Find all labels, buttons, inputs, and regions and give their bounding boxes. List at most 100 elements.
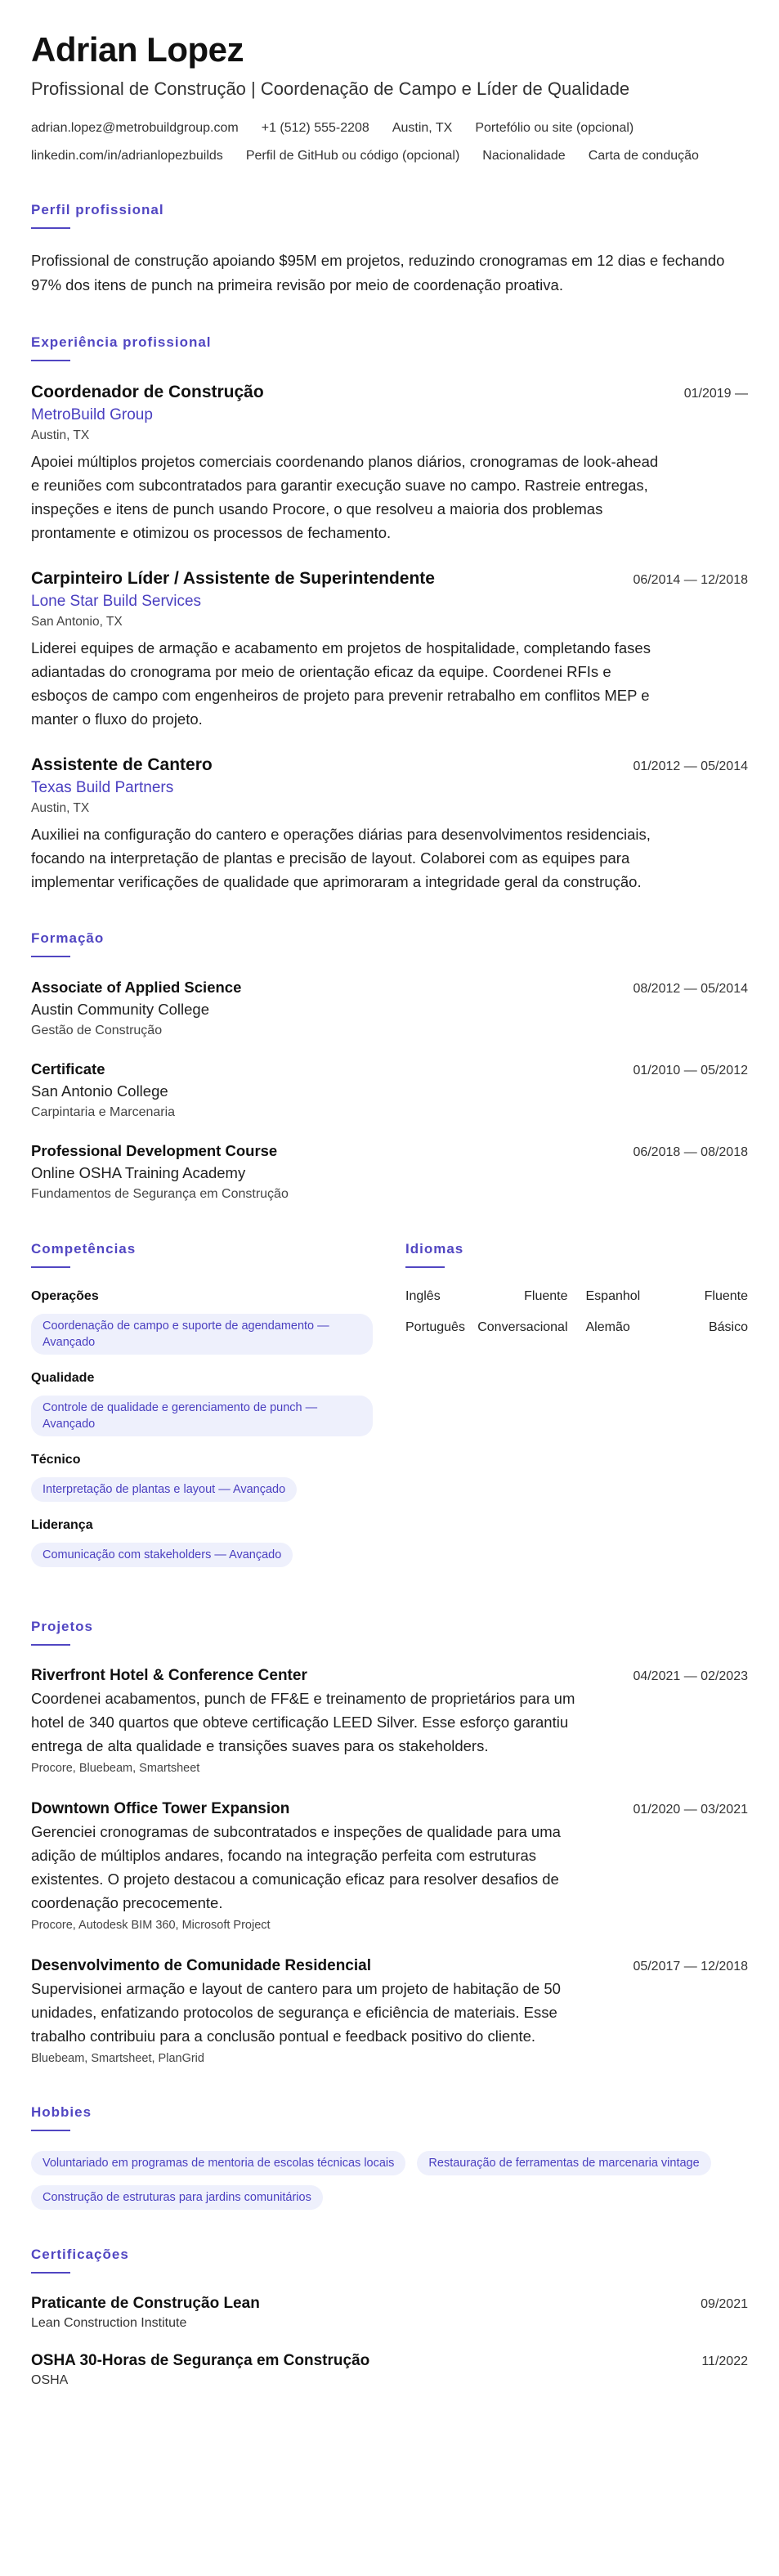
section-title: Experiência profissional [31, 334, 212, 350]
certification-name: OSHA 30-Horas de Segurança em Construção [31, 2352, 370, 2369]
education-dates: 06/2018 — 08/2018 [633, 1145, 748, 1159]
company-name: MetroBuild Group [31, 406, 153, 423]
job-title: Carpinteiro Líder / Assistente de Superi… [31, 569, 435, 588]
project-name: Desenvolvimento de Comunidade Residencia… [31, 1957, 371, 1974]
section-divider [31, 1266, 70, 1268]
language-item: Inglês Fluente [405, 1288, 568, 1306]
skill-category: Liderança [31, 1518, 93, 1532]
education-section: Formação Associate of Applied Science 08… [31, 930, 748, 1204]
section-divider [31, 227, 70, 229]
skill-category: Operações [31, 1289, 99, 1303]
job-location: Austin, TX [31, 801, 90, 815]
language-item: Alemão Básico [586, 1319, 749, 1337]
skill-chip: Controle de qualidade e gerenciamento de… [31, 1396, 373, 1436]
section-title: Formação [31, 930, 105, 946]
education-dates: 01/2010 — 05/2012 [633, 1064, 748, 1077]
section-divider [405, 1266, 445, 1268]
skills-section: Competências Operações Coordenação de ca… [31, 1240, 373, 1582]
hobby-chip: Restauração de ferramentas de marcenaria… [417, 2151, 711, 2175]
section-title: Hobbies [31, 2104, 92, 2120]
section-title: Idiomas [405, 1241, 464, 1257]
contact-location: Austin, TX [392, 121, 453, 135]
institution-name: San Antonio College [31, 1082, 168, 1100]
section-divider [31, 1644, 70, 1646]
field-of-study: Fundamentos de Segurança em Construção [31, 1187, 289, 1201]
project-tools: Procore, Bluebeam, Smartsheet [31, 1762, 200, 1775]
field-of-study: Carpintaria e Marcenaria [31, 1105, 176, 1119]
languages-section: Idiomas Inglês Fluente Espanhol Fluente … [405, 1240, 748, 1582]
experience-entry: Carpinteiro Líder / Assistente de Superi… [31, 567, 748, 731]
hobbies-section: Hobbies Voluntariado em programas de men… [31, 2103, 748, 2210]
company-name: Texas Build Partners [31, 779, 174, 796]
contact-github[interactable]: Perfil de GitHub ou código (opcional) [246, 147, 459, 165]
institution-name: Austin Community College [31, 1001, 209, 1018]
experience-entry: Assistente de Cantero 01/2012 — 05/2014 … [31, 754, 748, 894]
language-item: Português Conversacional [405, 1319, 568, 1337]
education-dates: 08/2012 — 05/2014 [633, 982, 748, 996]
summary-section: Perfil profissional Profissional de cons… [31, 201, 748, 298]
project-entry: Downtown Office Tower Expansion 01/2020 … [31, 1799, 748, 1934]
skill-group: Liderança Comunicação com stakeholders —… [31, 1516, 373, 1567]
company-name: Lone Star Build Services [31, 593, 202, 610]
certification-date: 09/2021 [701, 2297, 748, 2311]
contact-linkedin[interactable]: linkedin.com/in/adrianlopezbuilds [31, 147, 223, 165]
project-dates: 01/2020 — 03/2021 [633, 1803, 748, 1817]
job-description: Apoiei múltiplos projetos comerciais coo… [31, 453, 659, 541]
language-level: Fluente [524, 1289, 568, 1303]
section-title: Competências [31, 1241, 137, 1257]
project-name: Riverfront Hotel & Conference Center [31, 1667, 307, 1684]
language-name: Português [405, 1320, 465, 1334]
certifications-section: Certificações Praticante de Construção L… [31, 2246, 748, 2390]
language-level: Básico [708, 1320, 748, 1334]
experience-entry: Coordenador de Construção 01/2019 — Metr… [31, 381, 748, 544]
job-description: Auxiliei na configuração do cantero e op… [31, 826, 651, 890]
project-dates: 04/2021 — 02/2023 [633, 1669, 748, 1683]
job-title: Assistente de Cantero [31, 755, 213, 774]
skill-group: Técnico Interpretação de plantas e layou… [31, 1451, 373, 1502]
project-entry: Riverfront Hotel & Conference Center 04/… [31, 1665, 748, 1777]
project-dates: 05/2017 — 12/2018 [633, 1960, 748, 1973]
project-description: Gerenciei cronogramas de subcontratados … [31, 1823, 561, 1911]
certification-issuer: Lean Construction Institute [31, 2316, 187, 2330]
contact-drivers-license: Carta de condução [588, 149, 699, 163]
certification-entry: OSHA 30-Horas de Segurança em Construção… [31, 2350, 748, 2390]
project-name: Downtown Office Tower Expansion [31, 1800, 290, 1817]
skill-chip: Interpretação de plantas e layout — Avan… [31, 1477, 298, 1502]
job-dates: 01/2012 — 05/2014 [633, 759, 748, 773]
project-description: Supervisionei armação e layout de canter… [31, 1980, 561, 2045]
contact-portfolio[interactable]: Portefólio ou site (opcional) [475, 119, 633, 137]
section-title: Certificações [31, 2247, 129, 2262]
language-item: Espanhol Fluente [586, 1288, 749, 1306]
hobby-chip: Construção de estruturas para jardins co… [31, 2185, 323, 2210]
experience-section: Experiência profissional Coordenador de … [31, 334, 748, 894]
language-level: Conversacional [477, 1320, 568, 1334]
summary-text: Profissional de construção apoiando $95M… [31, 252, 725, 293]
skill-chip: Comunicação com stakeholders — Avançado [31, 1543, 293, 1567]
project-tools: Procore, Autodesk BIM 360, Microsoft Pro… [31, 1919, 271, 1932]
language-name: Espanhol [585, 1289, 641, 1303]
contact-email[interactable]: adrian.lopez@metrobuildgroup.com [31, 119, 239, 137]
hobby-chip: Voluntariado em programas de mentoria de… [31, 2151, 406, 2175]
contact-phone[interactable]: +1 (512) 555-2208 [262, 119, 369, 137]
degree-title: Certificate [31, 1060, 105, 1077]
project-tools: Bluebeam, Smartsheet, PlanGrid [31, 2052, 204, 2065]
job-dates: 06/2014 — 12/2018 [633, 573, 748, 587]
job-title: Coordenador de Construção [31, 383, 264, 401]
job-dates: 01/2019 — [683, 387, 748, 401]
education-entry: Certificate 01/2010 — 05/2012 San Antoni… [31, 1059, 748, 1122]
project-entry: Desenvolvimento de Comunidade Residencia… [31, 1956, 748, 2068]
skill-chip: Coordenação de campo e suporte de agenda… [31, 1314, 373, 1355]
section-title: Projetos [31, 1619, 94, 1634]
skill-group: Qualidade Controle de qualidade e gerenc… [31, 1369, 373, 1436]
language-name: Alemão [585, 1320, 630, 1334]
certification-issuer: OSHA [31, 2373, 69, 2387]
job-description: Liderei equipes de armação e acabamento … [31, 639, 651, 728]
language-level: Fluente [704, 1289, 748, 1303]
job-location: Austin, TX [31, 428, 90, 442]
skill-category: Qualidade [31, 1371, 95, 1385]
job-location: San Antonio, TX [31, 615, 123, 629]
candidate-name: Adrian Lopez [31, 30, 244, 69]
skills-languages-row: Competências Operações Coordenação de ca… [31, 1240, 748, 1582]
project-description: Coordenei acabamentos, punch de FF&E e t… [31, 1690, 575, 1754]
section-divider [31, 956, 70, 957]
